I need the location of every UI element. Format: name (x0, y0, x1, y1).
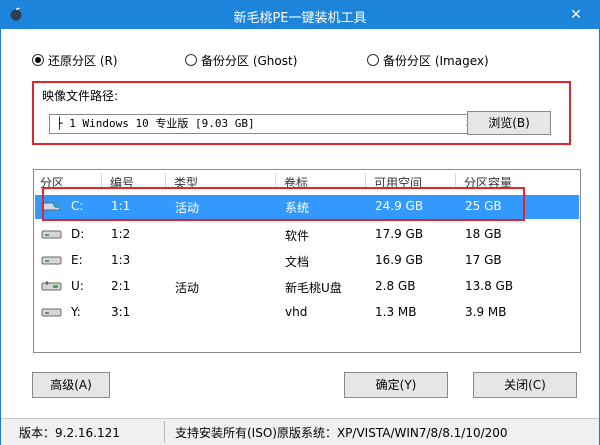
cell-number: 2:1 (111, 279, 131, 293)
radio-backup-imagex[interactable]: 备份分区 (Imagex) (367, 50, 489, 70)
partition-row-c[interactable]: C: 1:1 活动 系统 24.9 GB 25 GB (35, 195, 579, 219)
partition-row-d[interactable]: D: 1:2 软件 17.9 GB 18 GB (35, 223, 579, 247)
cell-free-space: 2.8 GB (375, 279, 416, 293)
image-path-value: ├ 1 Windows 10 专业版 [9.03 GB] (56, 117, 255, 130)
cell-drive: C: (71, 199, 84, 213)
cell-label: 新毛桃U盘 (285, 281, 342, 295)
cell-drive: E: (71, 253, 83, 267)
column-header-number[interactable]: 编号 (110, 174, 134, 190)
column-header-volume-label[interactable]: 卷标 (284, 174, 308, 190)
column-header-free-space[interactable]: 可用空间 (374, 174, 422, 190)
system-drive-icon (41, 200, 61, 211)
column-header-capacity[interactable]: 分区容量 (464, 174, 512, 190)
title-bar: 新毛桃PE一键装机工具 ✕ (1, 1, 599, 29)
cell-label: vhd (285, 305, 308, 319)
column-divider (165, 173, 166, 189)
cell-type: 活动 (175, 201, 200, 215)
radio-label: 备份分区 (Imagex) (383, 53, 489, 68)
version-text: 版本：9.2.16.121 (19, 426, 120, 440)
hard-drive-icon (41, 256, 62, 265)
close-button[interactable]: 关闭(C) (473, 372, 577, 398)
cell-capacity: 17 GB (465, 253, 502, 267)
cell-free-space: 1.3 MB (375, 305, 417, 319)
hard-drive-icon (41, 308, 62, 317)
cell-drive: U: (71, 279, 84, 293)
column-divider (101, 173, 102, 189)
column-divider (455, 173, 456, 189)
cell-number: 3:1 (111, 305, 131, 319)
cell-number: 1:2 (111, 227, 131, 241)
partition-row-y[interactable]: Y: 3:1 vhd 1.3 MB 3.9 MB (35, 301, 579, 325)
radio-dot[interactable] (185, 54, 197, 66)
cell-number: 1:1 (111, 199, 131, 213)
cell-capacity: 3.9 MB (465, 305, 507, 319)
cell-free-space: 17.9 GB (375, 227, 424, 241)
cell-number: 1:3 (111, 253, 131, 267)
cell-drive: D: (71, 227, 85, 241)
status-divider (164, 421, 165, 443)
window-close-button[interactable]: ✕ (553, 1, 599, 29)
cell-label: 软件 (285, 229, 310, 243)
partition-row-e[interactable]: E: 1:3 文档 16.9 GB 17 GB (35, 249, 579, 273)
radio-dot[interactable] (367, 54, 379, 66)
column-divider (275, 173, 276, 189)
cell-drive: Y: (71, 305, 81, 319)
cell-label: 文档 (285, 255, 310, 269)
cell-capacity: 18 GB (465, 227, 502, 241)
radio-backup-ghost[interactable]: 备份分区 (Ghost) (185, 50, 297, 70)
image-path-select[interactable]: ├ 1 Windows 10 专业版 [9.03 GB] ⌄ (49, 114, 477, 134)
cell-label: 系统 (285, 201, 310, 215)
window-title: 新毛桃PE一键装机工具 (233, 11, 367, 26)
radio-label: 还原分区 (R) (48, 53, 118, 68)
advanced-button[interactable]: 高级(A) (32, 372, 110, 398)
installer-window: 新毛桃PE一键装机工具 ✕ 还原分区 (R) 备份分区 (Ghost) 备份分区… (0, 0, 600, 445)
column-header-partition[interactable]: 分区 (40, 174, 64, 190)
hard-drive-icon (41, 230, 62, 239)
image-path-label: 映像文件路径: (42, 89, 119, 103)
browse-button[interactable]: 浏览(B) (467, 111, 551, 135)
status-bar: 版本：9.2.16.121 支持安装所有(ISO)原版系统：XP/VISTA/W… (1, 418, 599, 445)
support-text: 支持安装所有(ISO)原版系统：XP/VISTA/WIN7/8/8.1/10/2… (175, 426, 508, 440)
usb-drive-icon (41, 281, 62, 291)
radio-label: 备份分区 (Ghost) (201, 53, 298, 68)
cell-type: 活动 (175, 281, 200, 295)
column-divider (365, 173, 366, 189)
cell-capacity: 13.8 GB (465, 279, 514, 293)
cell-free-space: 16.9 GB (375, 253, 424, 267)
cell-capacity: 25 GB (465, 199, 502, 213)
column-header-type[interactable]: 类型 (174, 174, 198, 190)
ok-button[interactable]: 确定(Y) (344, 372, 448, 398)
radio-dot[interactable] (32, 54, 44, 66)
radio-restore[interactable]: 还原分区 (R) (32, 50, 118, 70)
partition-list[interactable]: 分区 编号 类型 卷标 可用空间 分区容量 C: 1:1 活动 系统 24.9 … (33, 169, 581, 353)
partition-row-u[interactable]: U: 2:1 活动 新毛桃U盘 2.8 GB 13.8 GB (35, 275, 579, 299)
cell-free-space: 24.9 GB (375, 199, 424, 213)
